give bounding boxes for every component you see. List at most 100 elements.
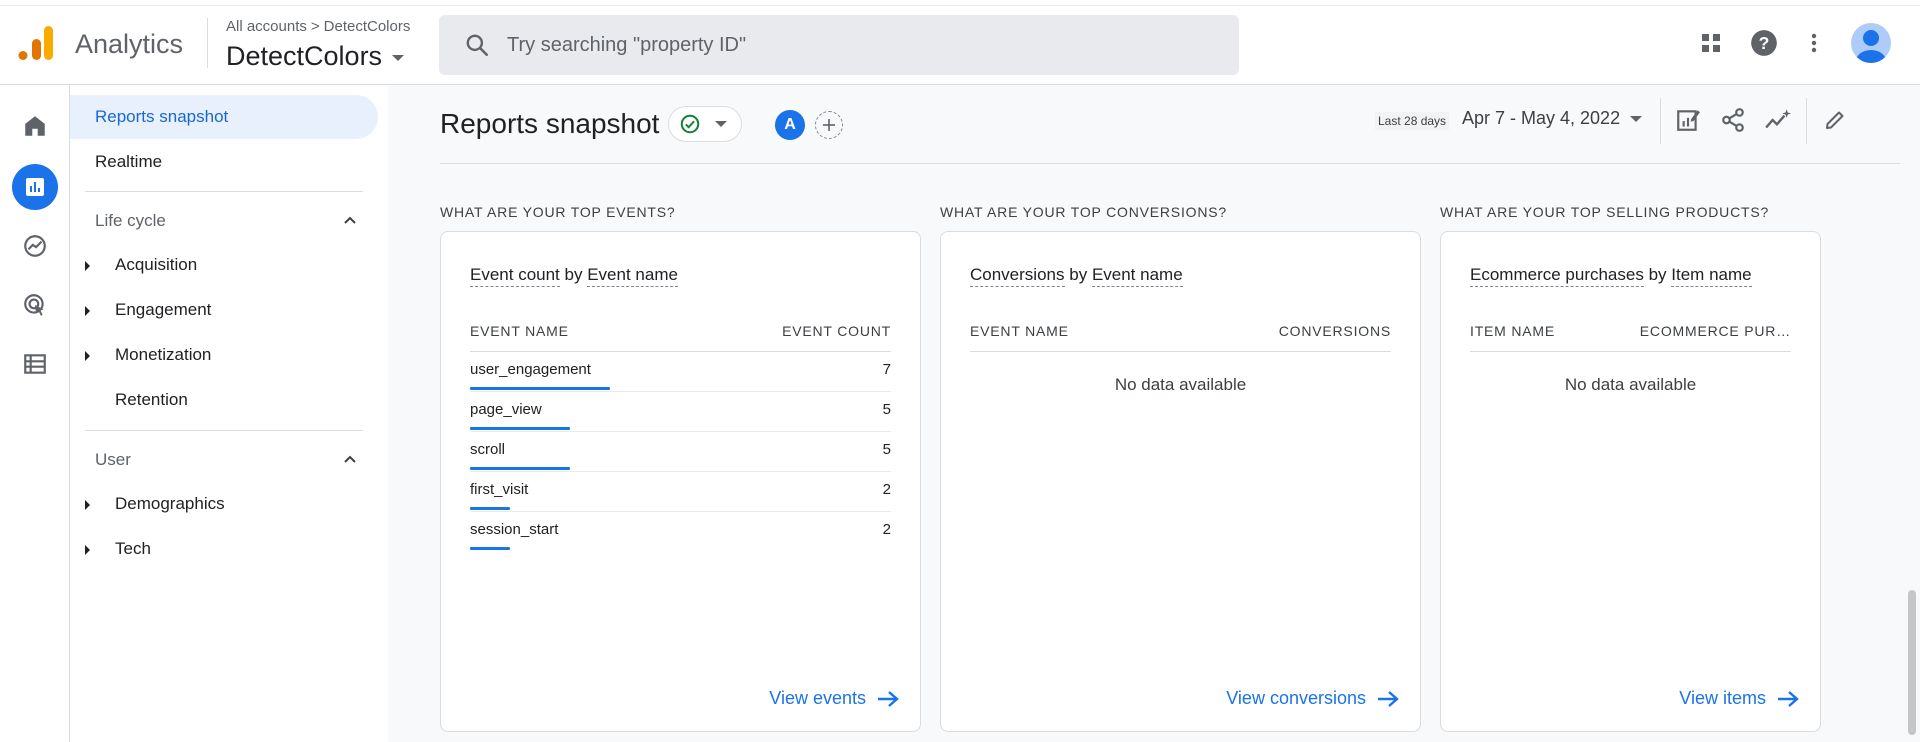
metric-name[interactable]: Event count [470,265,560,287]
table-row[interactable]: user_engagement 7 [470,352,891,392]
table-row[interactable]: session_start 2 [470,512,891,552]
event-name: session_start [470,521,559,538]
arrow-right-icon [878,690,899,707]
table-row[interactable]: first_visit 2 [470,472,891,512]
divider [1806,98,1807,144]
value-bar [470,507,510,510]
nav-divider [85,430,363,431]
view-events-link[interactable]: View events [769,688,900,709]
page-scrollbar[interactable] [1908,590,1916,735]
metric-name[interactable]: Ecommerce purchases [1470,265,1644,287]
nav-label: Demographics [115,494,225,513]
column-header-event-count[interactable]: EVENT COUNT [782,323,891,339]
column-header-conversions[interactable]: CONVERSIONS [1279,323,1391,339]
caret-down-icon [392,55,405,61]
card-heading-events: WHAT ARE YOUR TOP EVENTS? [440,204,676,220]
comparison-chip[interactable]: A [775,110,805,140]
column-header-event-name[interactable]: EVENT NAME [970,323,1069,339]
help-icon[interactable]: ? [1747,26,1781,60]
column-header-item-name[interactable]: ITEM NAME [1470,323,1555,339]
date-range-picker[interactable]: Apr 7 - May 4, 2022 [1462,108,1643,129]
by-text: by [1648,265,1667,284]
more-vert-icon[interactable] [1797,26,1831,60]
arrow-right-icon [1778,690,1799,707]
breadcrumb-account[interactable]: DetectColors [324,18,411,35]
column-header-event-name[interactable]: EVENT NAME [470,323,569,339]
table-header-rule [970,351,1391,352]
plus-icon [823,119,835,131]
nav-monetization[interactable]: Monetization [70,333,211,377]
event-count: 7 [882,361,891,378]
divider [207,18,208,68]
header-divider [440,163,1900,164]
card-title: Ecommerce purchases by Item name [1470,265,1752,287]
event-name: scroll [470,441,506,458]
nav-engagement[interactable]: Engagement [70,288,211,332]
nav-demographics[interactable]: Demographics [70,482,225,526]
customize-report-icon[interactable] [1673,105,1703,135]
nav-label: Tech [115,539,151,558]
view-conversions-link[interactable]: View conversions [1226,688,1400,709]
card-heading-conversions: WHAT ARE YOUR TOP CONVERSIONS? [940,204,1227,220]
value-bar [470,427,570,430]
nav-retention[interactable]: Retention [70,378,188,422]
chevron-up-icon[interactable] [342,451,358,467]
home-icon[interactable] [12,103,58,149]
add-comparison-button[interactable] [815,111,843,139]
date-preset-label: Last 28 days [1375,112,1450,130]
event-count: 5 [882,401,891,418]
nav-tech[interactable]: Tech [70,527,151,571]
column-header-ecommerce-purchases[interactable]: ECOMMERCE PUR… [1640,323,1791,339]
insights-icon[interactable] [1763,105,1793,135]
share-icon[interactable] [1718,105,1748,135]
expand-arrow-icon [85,500,90,510]
card-heading-products: WHAT ARE YOUR TOP SELLING PRODUCTS? [1440,204,1770,220]
link-label: View conversions [1226,688,1366,708]
search-input[interactable] [505,32,1189,58]
card-title: Conversions by Event name [970,265,1183,287]
nav-divider [85,191,363,192]
library-list-icon[interactable] [12,341,58,387]
link-label: View items [1679,688,1766,708]
table-row[interactable]: scroll 5 [470,432,891,472]
chevron-up-icon[interactable] [342,212,358,228]
value-bar [470,387,610,390]
nav-label: Retention [115,390,188,409]
nav-section-user[interactable]: User [95,450,131,470]
explore-icon[interactable] [12,223,58,269]
dimension-name[interactable]: Item name [1671,265,1752,287]
nav-label: Acquisition [115,255,198,274]
expand-arrow-icon [85,545,90,555]
nav-label: Monetization [115,345,212,364]
edit-pencil-icon[interactable] [1820,105,1850,135]
breadcrumb-separator: > [310,18,320,35]
top-products-card: Ecommerce purchases by Item name ITEM NA… [1440,231,1821,732]
nav-section-lifecycle[interactable]: Life cycle [95,211,166,231]
advertising-icon[interactable] [12,282,58,328]
nav-realtime[interactable]: Realtime [70,140,162,184]
data-status-dropdown[interactable] [668,106,742,142]
table-row[interactable]: page_view 5 [470,392,891,432]
page-title: Reports snapshot [440,108,660,139]
apps-grid-icon[interactable] [1694,26,1728,60]
nav-label: Reports snapshot [95,107,229,126]
nav-reports-snapshot[interactable]: Reports snapshot [70,95,378,139]
reports-icon[interactable] [12,164,58,210]
metric-name[interactable]: Conversions [970,265,1065,287]
app-name: Analytics [75,29,184,59]
date-range-text: Apr 7 - May 4, 2022 [1462,108,1621,128]
by-text: by [564,265,583,284]
caret-down-icon [1630,115,1643,122]
view-items-link[interactable]: View items [1679,688,1800,709]
search-bar[interactable] [439,15,1239,75]
event-name: user_engagement [470,361,591,378]
dimension-name[interactable]: Event name [1091,265,1183,287]
svg-text:?: ? [1759,33,1770,53]
analytics-logo-icon[interactable] [18,24,54,62]
property-selector[interactable]: DetectColors [226,38,405,74]
dimension-name[interactable]: Event name [587,265,678,287]
breadcrumb-all-accounts[interactable]: All accounts [226,18,307,35]
check-circle-icon [680,114,700,134]
account-avatar[interactable] [1851,23,1891,63]
nav-acquisition[interactable]: Acquisition [70,243,197,287]
